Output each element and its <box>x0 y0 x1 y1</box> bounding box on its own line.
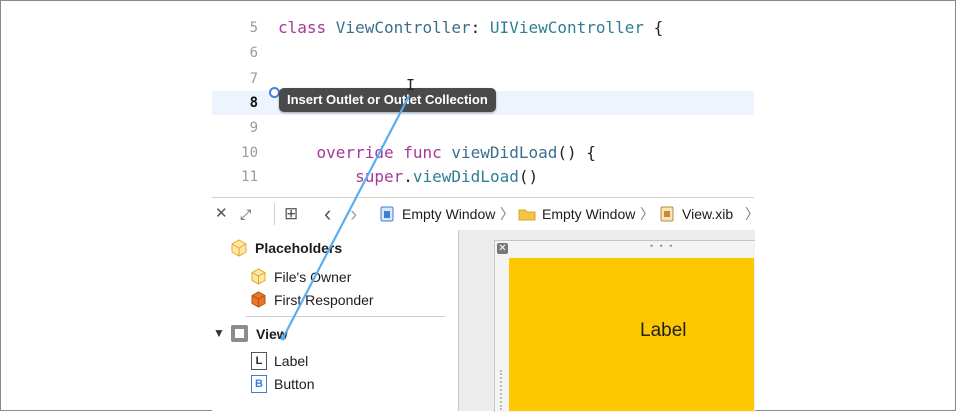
ibeam-cursor-icon: I <box>406 76 416 94</box>
connection-line <box>282 95 410 339</box>
connection-line-overlay <box>280 95 410 341</box>
connection-line-end <box>280 335 286 341</box>
